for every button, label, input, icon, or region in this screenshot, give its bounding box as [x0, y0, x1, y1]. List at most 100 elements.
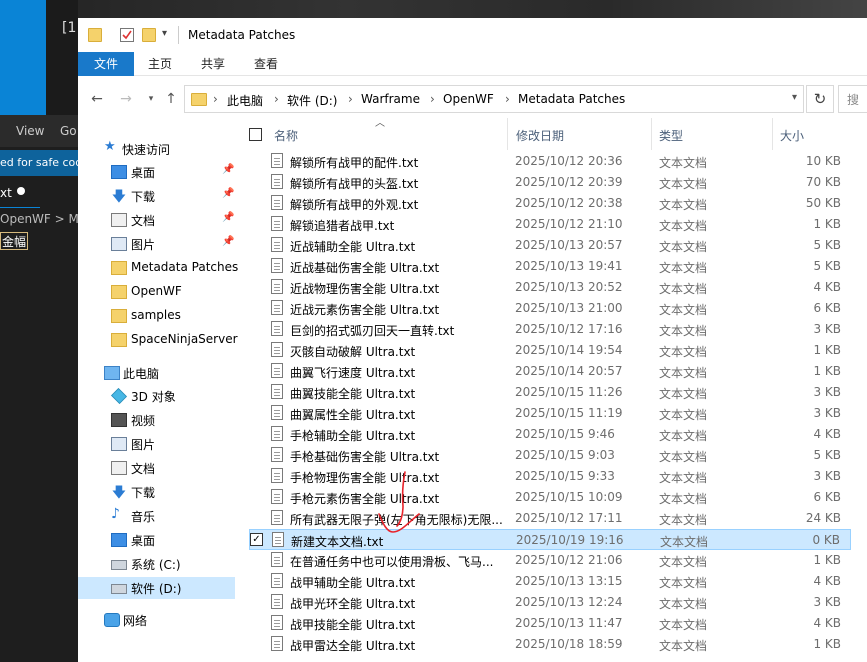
file-row[interactable]: 曲翼技能全能 Ultra.txt 2025/10/15 11:26 文本文档 3 KB — [249, 382, 851, 403]
file-row[interactable]: 所有武器无限子弹(左下角无限标)无限... 2025/10/12 17:11 文本文… — [249, 508, 851, 529]
file-row[interactable]: 解锁所有战甲的外观.txt 2025/10/12 20:38 文本文档 50 KB — [249, 193, 851, 214]
nav-this-pc[interactable]: 此电脑 — [78, 362, 235, 384]
file-row[interactable]: 手枪辅助全能 Ultra.txt 2025/10/15 9:46 文本文档 4 KB — [249, 424, 851, 445]
chevron-right-icon[interactable]: › — [213, 92, 218, 106]
nav-documents[interactable]: 文档 📌 — [78, 209, 235, 231]
new-folder-icon[interactable] — [142, 28, 156, 42]
file-row[interactable]: 近战辅助全能 Ultra.txt 2025/10/13 20:57 文本文档 5 KB — [249, 235, 851, 256]
crumb-drive-d[interactable]: 软件 (D:) — [287, 92, 337, 109]
file-row[interactable]: 战甲雷达全能 Ultra.txt 2025/10/18 18:59 文本文档 1 KB — [249, 634, 851, 655]
nav-desktop[interactable]: 桌面 📌 — [78, 161, 235, 183]
file-size: 5 KB — [813, 448, 841, 462]
recent-locations-icon[interactable]: ▾ — [142, 90, 160, 108]
nav-openwf[interactable]: OpenWF — [78, 281, 235, 303]
properties-icon[interactable] — [120, 28, 134, 42]
file-type: 文本文档 — [660, 535, 709, 549]
column-divider[interactable] — [507, 118, 508, 150]
title-divider — [178, 26, 179, 44]
file-name: 近战基础伤害全能 Ultra.txt — [290, 261, 440, 275]
tab-file[interactable]: 文件 — [78, 52, 134, 76]
nav-label: OpenWF — [131, 284, 182, 298]
crumb-openwf[interactable]: OpenWF — [443, 92, 494, 106]
file-row[interactable]: 曲翼飞行速度 Ultra.txt 2025/10/14 20:57 文本文档 1 KB — [249, 361, 851, 382]
text-file-icon — [271, 321, 283, 336]
pin-icon[interactable]: 📌 — [222, 212, 234, 223]
file-row[interactable]: 灭骸自动破解 Ultra.txt 2025/10/14 19:54 文本文档 1 KB — [249, 340, 851, 361]
file-row[interactable]: 战甲光环全能 Ultra.txt 2025/10/13 12:24 文本文档 3 KB — [249, 592, 851, 613]
nav-3d-objects[interactable]: 3D 对象 — [78, 385, 235, 407]
address-bar[interactable]: › 此电脑 › 软件 (D:) › Warframe › OpenWF › Me… — [184, 85, 804, 113]
text-file-icon — [271, 573, 283, 588]
crumb-warframe[interactable]: Warframe — [361, 92, 420, 106]
text-file-icon — [271, 279, 283, 294]
nav-drive-d[interactable]: 软件 (D:) — [78, 577, 235, 599]
checkbox-checked[interactable]: ✓ — [250, 533, 263, 546]
vscode-breadcrumb[interactable]: OpenWF > Me — [0, 212, 78, 226]
customize-quick-access-icon[interactable]: ▾ — [162, 28, 176, 42]
nav-pictures-pc[interactable]: 图片 — [78, 433, 235, 455]
nav-quick-access[interactable]: ★ 快速访问 — [78, 138, 235, 160]
nav-desktop-pc[interactable]: 桌面 — [78, 529, 235, 551]
back-icon[interactable]: ← — [88, 90, 106, 108]
file-row[interactable]: 在普通任务中也可以使用滑板、飞马... 2025/10/12 21:06 文本文档 1… — [249, 550, 851, 571]
file-row[interactable]: 近战物理伤害全能 Ultra.txt 2025/10/13 20:52 文本文档 4 … — [249, 277, 851, 298]
chevron-right-icon[interactable]: › — [348, 92, 353, 106]
column-size[interactable]: 大小 — [780, 127, 804, 144]
file-row[interactable]: 手枪物理伤害全能 Ultra.txt 2025/10/15 9:33 文本文档 3 K… — [249, 466, 851, 487]
select-all-checkbox[interactable] — [249, 128, 262, 141]
chevron-right-icon[interactable]: › — [505, 92, 510, 106]
file-row[interactable]: 近战元素伤害全能 Ultra.txt 2025/10/13 21:00 文本文档 6 … — [249, 298, 851, 319]
file-row[interactable]: 解锁所有战甲的头盔.txt 2025/10/12 20:39 文本文档 70 KB — [249, 172, 851, 193]
column-name[interactable]: 名称 — [274, 127, 298, 144]
nav-samples[interactable]: samples — [78, 305, 235, 327]
nav-metadata-patches[interactable]: Metadata Patches — [78, 257, 238, 279]
search-input[interactable]: 搜 — [838, 85, 867, 113]
vscode-menubar: View Go — [0, 115, 78, 147]
folder-icon — [111, 261, 127, 275]
chevron-down-icon[interactable]: ▾ — [792, 92, 797, 103]
pin-icon[interactable]: 📌 — [222, 188, 234, 199]
file-type: 文本文档 — [659, 324, 708, 338]
nav-pictures[interactable]: 图片 📌 — [78, 233, 235, 255]
nav-music[interactable]: ♪ 音乐 — [78, 505, 235, 527]
column-type[interactable]: 类型 — [659, 127, 683, 144]
file-name: 近战辅助全能 Ultra.txt — [290, 240, 416, 254]
file-row[interactable]: 手枪基础伤害全能 Ultra.txt 2025/10/15 9:03 文本文档 5 K… — [249, 445, 851, 466]
file-row[interactable]: 手枪元素伤害全能 Ultra.txt 2025/10/15 10:09 文本文档 6 … — [249, 487, 851, 508]
menu-go[interactable]: Go — [60, 124, 77, 138]
nav-spaceninjaserver[interactable]: SpaceNinjaServer — [78, 329, 238, 351]
file-row[interactable]: 近战基础伤害全能 Ultra.txt 2025/10/13 19:41 文本文档 5 … — [249, 256, 851, 277]
file-row[interactable]: 战甲辅助全能 Ultra.txt 2025/10/13 13:15 文本文档 4 KB — [249, 571, 851, 592]
forward-icon[interactable]: → — [117, 90, 135, 108]
nav-downloads[interactable]: 🡇 下载 📌 — [78, 185, 235, 207]
column-modified[interactable]: 修改日期 — [516, 127, 564, 144]
nav-drive-c[interactable]: 系统 (C:) — [78, 553, 235, 575]
pin-icon[interactable]: 📌 — [222, 164, 234, 175]
file-row[interactable]: 解锁所有战甲的配件.txt 2025/10/12 20:36 文本文档 10 KB — [249, 151, 851, 172]
nav-downloads-pc[interactable]: 🡇 下载 — [78, 481, 235, 503]
up-icon[interactable]: ↑ — [162, 90, 180, 108]
file-row[interactable]: 曲翼属性全能 Ultra.txt 2025/10/15 11:19 文本文档 3 KB — [249, 403, 851, 424]
nav-videos[interactable]: 视频 — [78, 409, 235, 431]
unsaved-dot-icon — [17, 187, 25, 195]
file-type: 文本文档 — [659, 177, 708, 191]
tab-share[interactable]: 共享 — [201, 52, 225, 76]
file-row[interactable]: 解锁追猎者战甲.txt 2025/10/12 21:10 文本文档 1 KB — [249, 214, 851, 235]
nav-documents-pc[interactable]: 文档 — [78, 457, 235, 479]
tab-view[interactable]: 查看 — [254, 52, 278, 76]
tab-home[interactable]: 主页 — [148, 52, 172, 76]
crumb-this-pc[interactable]: 此电脑 — [227, 92, 263, 109]
file-row[interactable]: 战甲技能全能 Ultra.txt 2025/10/13 11:47 文本文档 4 KB — [249, 613, 851, 634]
refresh-icon[interactable]: ↻ — [806, 85, 834, 113]
file-size: 4 KB — [813, 574, 841, 588]
column-divider[interactable] — [772, 118, 773, 150]
file-row[interactable]: ✓ 新建文本文档.txt 2025/10/19 19:16 文本文档 0 KB — [249, 529, 851, 550]
chevron-right-icon[interactable]: › — [274, 92, 279, 106]
column-divider[interactable] — [651, 118, 652, 150]
pin-icon[interactable]: 📌 — [222, 236, 234, 247]
crumb-metadata-patches[interactable]: Metadata Patches — [518, 92, 625, 106]
nav-network[interactable]: 网络 — [78, 609, 235, 631]
menu-view[interactable]: View — [16, 124, 44, 138]
file-row[interactable]: 巨剑的招式弧刃回天一直转.txt 2025/10/12 17:16 文本文档 3 KB — [249, 319, 851, 340]
chevron-right-icon[interactable]: › — [430, 92, 435, 106]
